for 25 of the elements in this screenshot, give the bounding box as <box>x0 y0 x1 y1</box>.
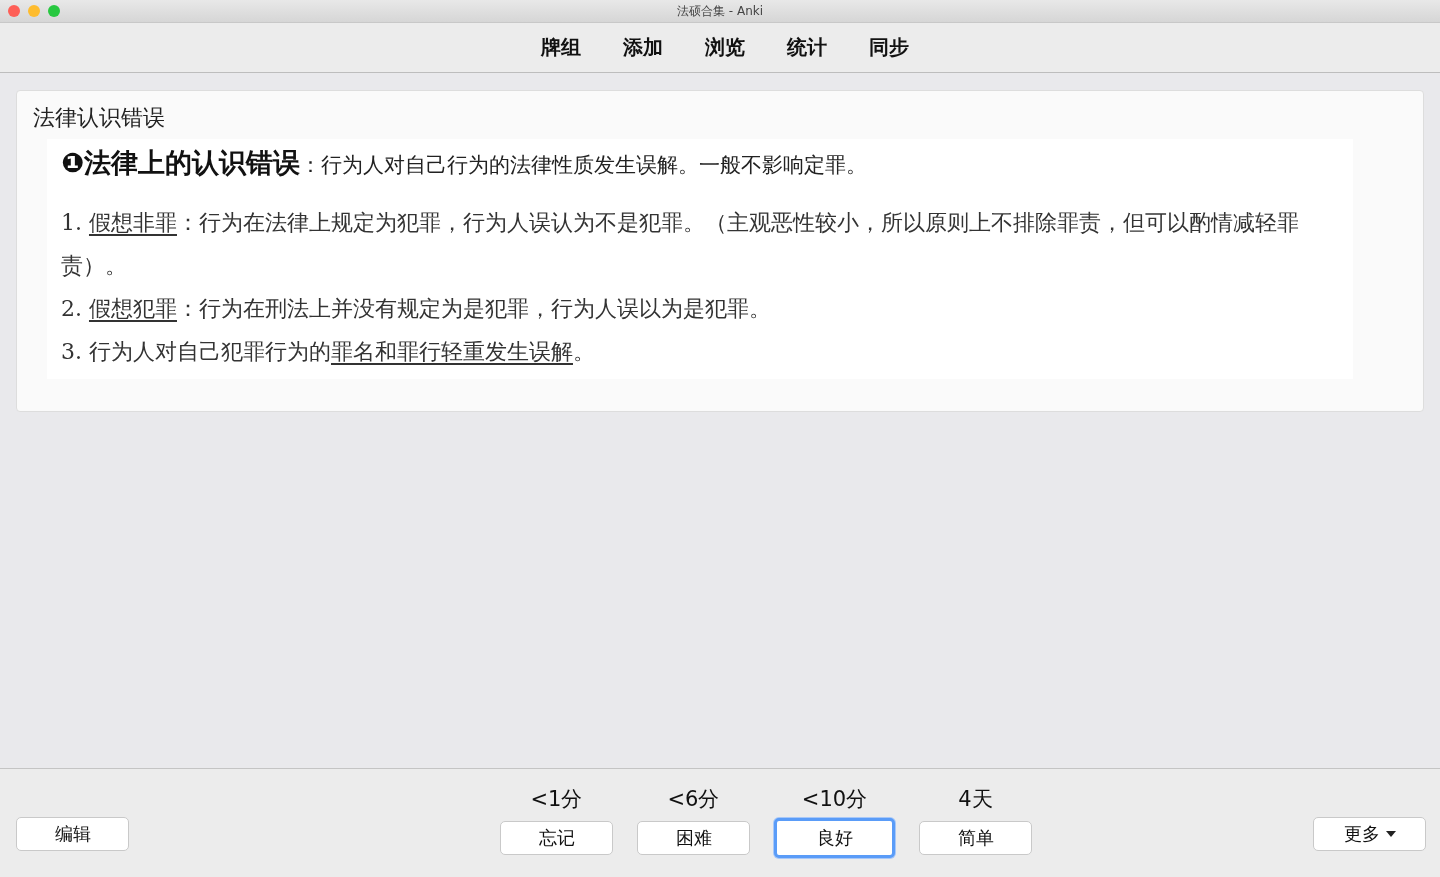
edit-button[interactable]: 编辑 <box>16 817 129 851</box>
answer-paragraph: 2. 假想犯罪：行为在刑法上并没有规定为是犯罪，行为人误以为是犯罪。 <box>61 295 772 323</box>
interval-label: 4天 <box>958 786 993 813</box>
answer-paragraph: 1. 假想非罪：行为在法律上规定为犯罪，行为人误认为不是犯罪。（主观恶性较小，所以原则上不排除罪责，但可以酌情减轻罪责）。 <box>61 209 1300 280</box>
toolbar-link[interactable]: 牌组 <box>541 34 581 61</box>
interval-label: <1分 <box>530 786 583 813</box>
answer-paragraph: 3. 行为人对自己犯罪行为的罪名和罪行轻重发生误解。 <box>61 338 596 366</box>
minimize-button[interactable] <box>28 5 40 17</box>
answer-button[interactable]: 困难 <box>637 821 750 855</box>
answer-heading: ❶法律上的认识错误：行为人对自己行为的法律性质发生误解。一般不影响定罪。 <box>61 146 868 180</box>
answer-button[interactable]: 忘记 <box>500 821 613 855</box>
interval-label: <6分 <box>667 786 720 813</box>
question-text: 法律认识错误 <box>33 104 166 132</box>
close-button[interactable] <box>8 5 20 17</box>
toolbar-link[interactable]: 统计 <box>787 34 827 61</box>
zoom-button[interactable] <box>48 5 60 17</box>
more-button[interactable]: 更多 <box>1313 817 1426 851</box>
answer-button[interactable]: 良好 <box>774 818 895 858</box>
caret-icon <box>1385 831 1396 837</box>
window-title: 法硕合集 - Anki <box>676 2 764 20</box>
answer-button[interactable]: 简单 <box>919 821 1032 855</box>
toolbar-link[interactable]: 浏览 <box>705 34 745 61</box>
toolbar-link[interactable]: 同步 <box>869 34 909 61</box>
interval-label: <10分 <box>801 786 868 813</box>
toolbar-link[interactable]: 添加 <box>623 34 663 61</box>
